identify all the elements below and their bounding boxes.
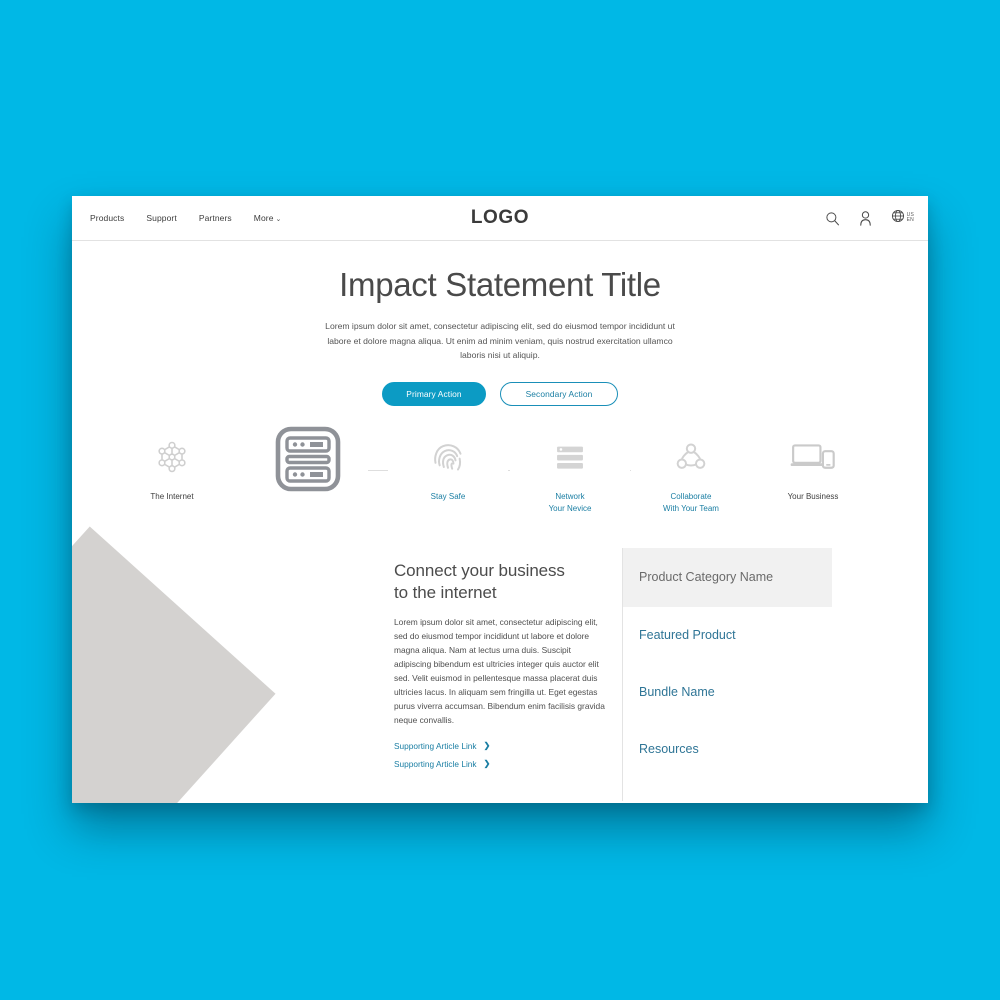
chevron-down-icon: ⌄ — [275, 216, 282, 223]
chevron-right-icon: ❯ — [483, 741, 491, 751]
article-title: Connect your business to the internet — [394, 560, 608, 604]
category-item-resources[interactable]: Resources — [623, 721, 832, 778]
server-rack-icon — [248, 426, 368, 492]
journey-step-label-line1: Collaborate — [670, 491, 712, 501]
network-stack-icon — [510, 427, 630, 486]
category-item-featured-product[interactable]: Featured Product — [623, 607, 832, 664]
hero-subtitle: Lorem ipsum dolor sit amet, consectetur … — [325, 321, 675, 361]
nav-item-label: Support — [146, 213, 177, 223]
journey-step-collaborate[interactable]: Collaborate With Your Team — [631, 427, 751, 515]
header-actions: US EN — [825, 209, 914, 228]
laptop-phone-icon — [753, 427, 873, 486]
page-title: Impact Statement Title — [339, 266, 661, 303]
hero-actions: Primary Action Secondary Action — [72, 381, 928, 406]
article-block: Connect your business to the internet Lo… — [394, 560, 608, 777]
supporting-article-link-label: Supporting Article Link — [394, 740, 477, 751]
journey-step-label: Stay Safe — [430, 491, 466, 501]
category-panel-header[interactable]: Product Category Name — [623, 547, 832, 607]
article-body: Lorem ipsum dolor sit amet, consectetur … — [394, 616, 605, 725]
journey-step-label: Network Your Nevice — [510, 491, 630, 515]
collaborate-triangle-icon — [631, 427, 751, 486]
nav-item-products[interactable]: Products — [90, 213, 124, 223]
supporting-article-link[interactable]: Supporting Article Link ❯ — [394, 741, 608, 751]
journey-strip: The Internet Stay Safe Network Your Nevi… — [72, 426, 928, 532]
journey-step-the-internet[interactable]: The Internet — [112, 427, 232, 503]
search-icon[interactable] — [825, 211, 840, 226]
journey-step-network[interactable]: Network Your Nevice — [510, 427, 630, 515]
journey-step-label: The Internet — [150, 491, 194, 501]
secondary-action-button[interactable]: Secondary Action — [500, 381, 618, 406]
supporting-article-link-label: Supporting Article Link — [394, 758, 477, 769]
article-links: Supporting Article Link ❯ Supporting Art… — [394, 741, 608, 769]
fingerprint-icon — [388, 427, 508, 486]
article-title-line1: Connect your business — [394, 560, 565, 580]
network-nodes-icon — [112, 427, 232, 486]
nav-item-more[interactable]: More ⌄ — [254, 213, 282, 223]
nav-item-label: Partners — [198, 213, 232, 223]
nav-item-support[interactable]: Support — [146, 213, 176, 223]
hero-section: Impact Statement Title Lorem ipsum dolor… — [72, 241, 928, 406]
nav-item-label: Products — [90, 213, 125, 223]
user-icon[interactable] — [859, 210, 872, 226]
journey-step-label-line2: Your Nevice — [548, 503, 592, 513]
lower-content-section: Connect your business to the internet Lo… — [72, 526, 928, 803]
primary-nav: Products Support Partners More ⌄ — [90, 213, 282, 223]
journey-step-label: Collaborate With Your Team — [631, 491, 751, 515]
primary-action-button[interactable]: Primary Action — [382, 381, 486, 406]
browser-page: Products Support Partners More ⌄ LOGO US… — [72, 196, 928, 803]
nav-item-partners[interactable]: Partners — [199, 213, 232, 223]
brand-logo-text: LOGO — [470, 207, 530, 228]
supporting-article-link[interactable]: Supporting Article Link ❯ — [394, 759, 608, 769]
journey-step-label: Your Business — [787, 491, 839, 501]
journey-step-label-line2: With Your Team — [663, 503, 719, 513]
globe-icon — [891, 209, 905, 228]
journey-step-server[interactable] — [248, 426, 368, 495]
article-title-line2: to the internet — [394, 582, 497, 602]
category-item-bundle-name[interactable]: Bundle Name — [623, 664, 832, 721]
journey-step-stay-safe[interactable]: Stay Safe — [388, 427, 508, 503]
site-header: Products Support Partners More ⌄ LOGO US… — [72, 196, 928, 241]
locale-language: EN — [906, 217, 914, 223]
category-panel: Product Category Name Featured Product B… — [623, 547, 832, 778]
journey-step-your-business[interactable]: Your Business — [753, 427, 873, 503]
journey-step-label-line1: Network — [555, 491, 585, 501]
decorative-diamond-shape — [72, 526, 276, 803]
locale-label: US EN — [906, 212, 914, 224]
chevron-right-icon: ❯ — [483, 759, 491, 769]
locale-chooser[interactable]: US EN — [891, 209, 914, 228]
nav-item-label: More — [253, 213, 274, 223]
